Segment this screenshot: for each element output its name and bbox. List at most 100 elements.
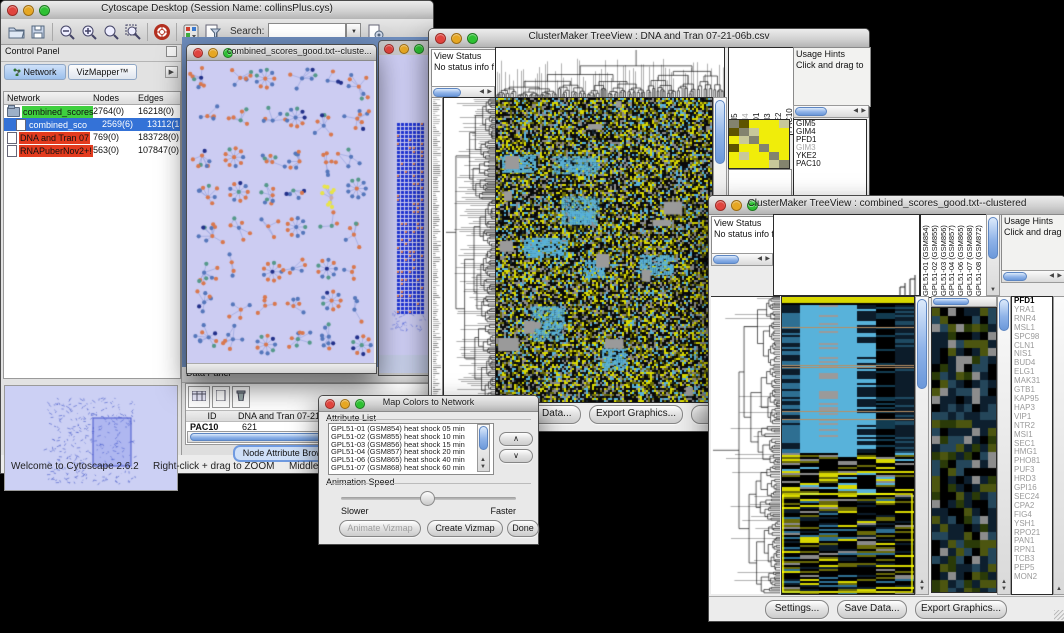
matrix-cell [769, 144, 779, 152]
treeview2-titlebar[interactable]: ClusterMaker TreeView : combined_scores_… [709, 196, 1064, 215]
matrix-cell [749, 160, 759, 168]
tab-network[interactable]: Network [4, 64, 66, 80]
column-dendrogram-canvas[interactable] [773, 214, 920, 296]
zoom-selected-icon[interactable] [122, 22, 144, 42]
float-panel-icon[interactable] [166, 46, 177, 57]
row-label-strip-canvas[interactable] [431, 97, 443, 403]
matrix-cell [739, 128, 749, 136]
matrix-cell [739, 160, 749, 168]
gene-label[interactable]: MON2 [1012, 573, 1052, 582]
matrix-cell [759, 120, 769, 128]
attribute-list-label: Attribute List [326, 413, 376, 423]
splitter-handle[interactable] [3, 379, 179, 384]
matrix-cell [739, 120, 749, 128]
cluster-similarity-matrix[interactable] [728, 119, 790, 169]
dense-network-canvas[interactable] [379, 55, 431, 373]
dialog-titlebar[interactable]: Map Colors to Network [319, 396, 538, 412]
network-row-selected[interactable]: combined_sco 2569(6) 13112(15) [4, 118, 180, 131]
export-graphics-button[interactable]: Export Graphics... [589, 405, 683, 424]
usage-hints-scrollbar[interactable]: ◀ ▶ [793, 105, 869, 118]
document-icon [16, 119, 26, 131]
status-hint-middle: Middle- [289, 461, 322, 472]
create-vizmap-button[interactable]: Create Vizmap [427, 520, 503, 537]
heatmap-vscrollbar[interactable]: ▲ ▼ [915, 296, 929, 595]
zoom-in-icon[interactable] [78, 22, 100, 42]
view-status-panel: View StatusNo status info f [711, 216, 775, 256]
gene-list-vscrollbar[interactable]: ▲ [1053, 296, 1064, 595]
matrix-cell [779, 160, 789, 168]
zoom-heatmap-canvas[interactable] [931, 307, 997, 593]
col-header-network[interactable]: Network [4, 92, 93, 104]
network-canvas[interactable] [187, 61, 374, 364]
toolbar-separator [52, 23, 53, 41]
done-button[interactable]: Done [507, 520, 539, 537]
attribute-list-vscrollbar[interactable]: ▲ ▼ [477, 424, 490, 472]
heatmap-canvas[interactable] [495, 97, 713, 403]
network-table-header[interactable]: Network Nodes Edges [4, 92, 180, 105]
zoom-view-hscrollbar[interactable] [931, 296, 997, 307]
network-row[interactable]: RNAPuberNov2+! 563(0) 107847(0) [4, 144, 180, 157]
network-row[interactable]: DNA and Tran 07 769(0) 183728(0) [4, 131, 180, 144]
network-row[interactable]: combined_scores 2764(0) 16218(0) [4, 105, 180, 118]
column-labels-vscrollbar[interactable]: ▼ [986, 214, 1000, 296]
network-hscrollbar[interactable] [187, 363, 376, 373]
matrix-cell [729, 160, 739, 168]
desktop: Cytoscape Desktop (Session Name: collins… [0, 0, 1064, 633]
matrix-cell [769, 128, 779, 136]
status-welcome: Welcome to Cytoscape 2.6.2 [11, 461, 139, 472]
hidden-network-window[interactable] [378, 40, 434, 376]
group-divider [326, 419, 531, 420]
matrix-cell [749, 152, 759, 160]
treeview1-titlebar[interactable]: ClusterMaker TreeView : DNA and Tran 07-… [429, 29, 869, 48]
matrix-cell [769, 152, 779, 160]
export-graphics-button[interactable]: Export Graphics... [915, 600, 1007, 619]
col-header-nodes[interactable]: Nodes [93, 92, 138, 104]
animation-speed-label: Animation Speed [326, 477, 395, 487]
move-down-button[interactable]: ∨ [499, 449, 533, 463]
close-button[interactable] [384, 44, 394, 54]
zoom-fit-icon[interactable] [100, 22, 122, 42]
matrix-cell [739, 152, 749, 160]
save-icon[interactable] [27, 22, 49, 42]
attribute-item[interactable]: GPL51-07 (GSM868) heat shock 60 min [331, 464, 491, 472]
help-lifering-icon[interactable] [151, 22, 173, 42]
main-titlebar[interactable]: Cytoscape Desktop (Session Name: collins… [1, 1, 433, 20]
control-panel-header: Control Panel [1, 45, 181, 62]
minimize-button[interactable] [399, 44, 409, 54]
save-data-button[interactable]: Save Data... [837, 600, 907, 619]
open-file-icon[interactable] [5, 22, 27, 42]
attribute-table-icon[interactable] [188, 386, 210, 408]
animate-vizmap-button[interactable]: Animate Vizmap [339, 520, 421, 537]
matrix-cell [749, 136, 759, 144]
speed-slider-thumb[interactable] [420, 491, 435, 506]
network-overview-canvas[interactable] [4, 385, 178, 491]
matrix-cell [729, 128, 739, 136]
row-dendrogram-canvas[interactable] [711, 296, 780, 594]
settings-button[interactable]: Settings... [765, 600, 829, 619]
column-dendrogram-canvas[interactable] [495, 47, 725, 99]
usage-hints-scrollbar[interactable]: ◀ ▶ [1001, 270, 1064, 283]
network-view-titlebar[interactable]: combined_scores_good.txt--cluste... [187, 45, 376, 61]
matrix-cell [769, 120, 779, 128]
matrix-cell [779, 136, 789, 144]
folder-icon [7, 107, 20, 117]
view-status-scrollbar[interactable]: ◀ ▶ [711, 253, 773, 266]
col-header-edges[interactable]: Edges [138, 92, 180, 104]
zoom-view-vscrollbar[interactable]: ▲ ▼ [997, 296, 1011, 595]
heatmap-canvas[interactable] [781, 296, 915, 595]
toolbar-separator [147, 23, 148, 41]
move-up-button[interactable]: ∧ [499, 432, 533, 446]
zoom-button[interactable] [414, 44, 424, 54]
resize-grip[interactable] [1054, 610, 1064, 620]
delete-attribute-icon[interactable] [232, 386, 250, 408]
tab-overflow-arrow-icon[interactable]: ▶ [165, 66, 178, 78]
column-label[interactable]: GPL51-08 (GSM872) [975, 216, 984, 296]
matrix-cell [749, 128, 759, 136]
row-dendrogram-canvas[interactable] [443, 97, 496, 403]
status-hint-zoom: Right-click + drag to ZOOM [153, 461, 274, 472]
document-icon [7, 132, 17, 144]
gene-label[interactable]: PAC10 [794, 160, 866, 168]
new-attribute-icon[interactable] [212, 386, 230, 408]
zoom-out-icon[interactable] [56, 22, 78, 42]
tab-vizmapper[interactable]: VizMapper™ [68, 64, 138, 80]
